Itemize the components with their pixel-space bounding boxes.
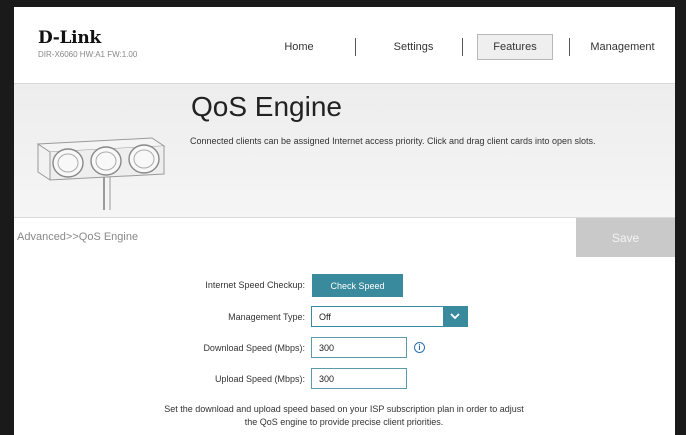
router-admin-page: D-Link DIR-X6060 HW:A1 FW:1.00 Home Sett… [14, 7, 675, 435]
top-header: D-Link DIR-X6060 HW:A1 FW:1.00 Home Sett… [14, 7, 675, 84]
nav-settings[interactable]: Settings [376, 34, 451, 60]
management-type-label: Management Type: [228, 312, 305, 322]
nav-divider [462, 38, 463, 56]
qos-settings-form: Internet Speed Checkup: Check Speed Mana… [14, 257, 675, 435]
chevron-down-icon[interactable] [443, 307, 467, 326]
speed-note-line2: the QoS engine to provide precise client… [244, 417, 444, 427]
download-speed-value: 300 [319, 343, 335, 353]
page-description: Connected clients can be assigned Intern… [190, 136, 596, 146]
nav-divider [569, 38, 570, 56]
upload-speed-input[interactable]: 300 [311, 368, 407, 389]
speed-checkup-label: Internet Speed Checkup: [205, 280, 305, 290]
nav-features[interactable]: Features [477, 34, 553, 60]
nav-home[interactable]: Home [259, 34, 339, 60]
info-icon[interactable]: i [414, 342, 425, 353]
nav-management[interactable]: Management [580, 34, 665, 60]
brand-logo: D-Link [38, 28, 101, 48]
nav-divider [355, 38, 356, 56]
upload-speed-value: 300 [319, 374, 335, 384]
page-title: QoS Engine [191, 91, 342, 122]
save-button[interactable]: Save [576, 218, 675, 258]
check-speed-button[interactable]: Check Speed [312, 274, 403, 297]
upload-speed-label: Upload Speed (Mbps): [214, 374, 305, 384]
breadcrumb: Advanced>>QoS Engine [17, 231, 139, 243]
speed-note-line1: Set the download and upload speed based … [164, 404, 524, 414]
download-speed-label: Download Speed (Mbps): [203, 343, 305, 353]
page-banner: QoS Engine Connected clients can be assi… [14, 84, 675, 217]
breadcrumb-bar: Advanced>>QoS Engine Save [14, 217, 675, 258]
traffic-light-icon [36, 137, 166, 210]
management-type-select[interactable]: Off [311, 306, 468, 327]
download-speed-input[interactable]: 300 [311, 337, 407, 358]
management-type-value: Off [319, 312, 331, 322]
model-info: DIR-X6060 HW:A1 FW:1.00 [38, 50, 138, 59]
